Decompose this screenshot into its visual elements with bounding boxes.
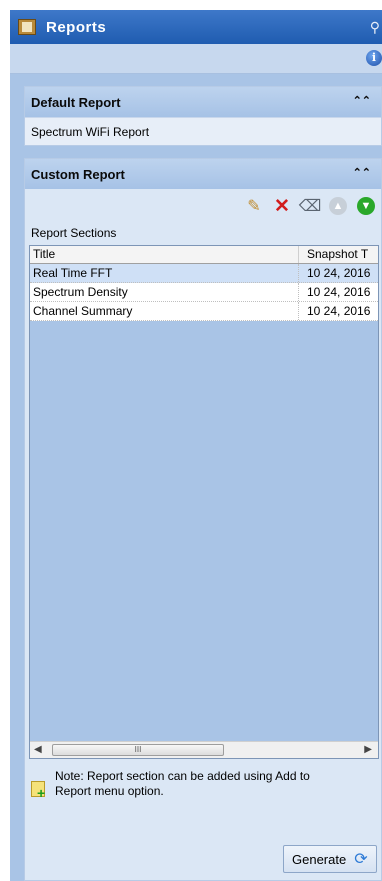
column-header-snapshot[interactable]: Snapshot T bbox=[299, 246, 378, 263]
note-line-1: Note: Report section can be added using … bbox=[55, 769, 310, 783]
default-report-title: Default Report bbox=[31, 94, 121, 110]
scroll-thumb[interactable]: III bbox=[52, 744, 224, 756]
custom-report-title: Custom Report bbox=[31, 166, 125, 182]
horizontal-scrollbar[interactable]: ◀ III ▶ bbox=[30, 741, 378, 758]
window-title-bar: Reports ⚲ bbox=[10, 10, 382, 44]
double-chevron-up-icon[interactable]: ⌃⌃ bbox=[353, 166, 371, 179]
help-bar: i bbox=[10, 44, 382, 74]
info-icon[interactable]: i bbox=[366, 50, 382, 66]
refresh-icon: ⟳ bbox=[354, 851, 368, 868]
row-title: Spectrum Density bbox=[30, 283, 299, 301]
default-report-panel: Default Report ⌃⌃ Spectrum WiFi Report bbox=[24, 86, 382, 146]
delete-icon[interactable]: ✕ bbox=[273, 196, 291, 217]
table-row[interactable]: Channel Summary 10 24, 2016 bbox=[30, 302, 378, 321]
sections-toolbar: ✎ ✕ ⌫ ▲ ▼ bbox=[25, 189, 381, 223]
custom-report-panel: Custom Report ⌃⌃ ✎ ✕ ⌫ ▲ ▼ Report Sectio… bbox=[24, 158, 382, 881]
table-row[interactable]: Real Time FFT 10 24, 2016 bbox=[30, 264, 378, 283]
add-section-note: + Note: Report section can be added usin… bbox=[29, 763, 379, 811]
default-report-item[interactable]: Spectrum WiFi Report bbox=[25, 117, 381, 145]
default-report-header[interactable]: Default Report ⌃⌃ bbox=[25, 87, 381, 117]
search-icon[interactable]: ⚲ bbox=[370, 19, 380, 36]
table-row[interactable]: Spectrum Density 10 24, 2016 bbox=[30, 283, 378, 302]
generate-label: Generate bbox=[292, 851, 347, 867]
eraser-icon[interactable]: ⌫ bbox=[299, 197, 322, 215]
note-line-2: Report menu option. bbox=[55, 784, 164, 798]
scroll-right-icon[interactable]: ▶ bbox=[364, 744, 372, 755]
scroll-left-icon[interactable]: ◀ bbox=[34, 744, 42, 755]
row-snapshot: 10 24, 2016 bbox=[307, 285, 371, 299]
row-snapshot: 10 24, 2016 bbox=[307, 304, 371, 318]
pencil-icon[interactable]: ✎ bbox=[245, 197, 263, 215]
row-snapshot: 10 24, 2016 bbox=[307, 266, 371, 280]
row-title: Real Time FFT bbox=[30, 264, 299, 282]
grid-header: Title Snapshot T bbox=[30, 246, 378, 264]
row-title: Channel Summary bbox=[30, 302, 299, 320]
report-sections-label: Report Sections bbox=[31, 226, 117, 240]
add-note-icon: + bbox=[31, 781, 49, 800]
reports-app-icon bbox=[18, 19, 36, 35]
custom-report-header[interactable]: Custom Report ⌃⌃ bbox=[25, 159, 381, 189]
column-header-title[interactable]: Title bbox=[30, 246, 299, 263]
window-title: Reports bbox=[46, 18, 107, 36]
double-chevron-up-icon[interactable]: ⌃⌃ bbox=[353, 94, 371, 107]
report-sections-grid: Title Snapshot T Real Time FFT 10 24, 20… bbox=[29, 245, 379, 759]
move-down-icon[interactable]: ▼ bbox=[357, 197, 375, 215]
move-up-icon[interactable]: ▲ bbox=[329, 197, 347, 215]
generate-button[interactable]: Generate ⟳ bbox=[283, 845, 377, 873]
